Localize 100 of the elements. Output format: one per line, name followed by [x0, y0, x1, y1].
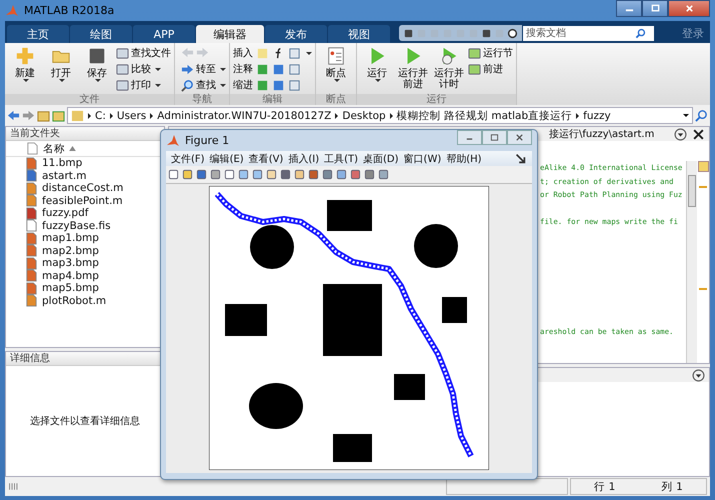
toolstrip-button[interactable]: 比较 [116, 62, 171, 76]
menu-item[interactable]: 窗口(W) [404, 152, 442, 166]
toolstrip-button[interactable]: 保存 [80, 46, 114, 94]
figure-tool-icon[interactable] [308, 169, 319, 180]
toolstrip-button[interactable]: 转至 [181, 62, 226, 76]
file-item[interactable]: map2.bmp [6, 244, 164, 257]
figure-tool-icon[interactable] [322, 169, 333, 180]
file-icon [25, 244, 38, 258]
browse-folder-icon[interactable] [52, 109, 65, 122]
arrow-icon [181, 62, 194, 76]
editor-tool-icon[interactable] [272, 78, 285, 92]
toolstrip-button[interactable]: 插入 [233, 46, 253, 60]
ribbon-tab[interactable]: 绘图 [70, 25, 132, 43]
editor-tool-icon[interactable] [288, 46, 301, 60]
breadcrumb-item[interactable]: Administrator.WIN7U-20180127Z [157, 110, 332, 122]
menu-item[interactable]: 编辑(E) [210, 152, 244, 166]
file-item[interactable]: plotRobot.m [6, 294, 164, 307]
ribbon-tab[interactable]: APP [133, 25, 195, 43]
file-action-icon [15, 46, 35, 66]
file-item[interactable]: map4.bmp [6, 270, 164, 282]
editor-tool-icon[interactable] [288, 78, 301, 92]
close-button[interactable] [507, 130, 532, 145]
small-tool-icon [468, 62, 481, 76]
figure-tool-icon[interactable] [252, 169, 263, 180]
file-item[interactable]: map3.bmp [6, 257, 164, 270]
figure-tool-icon[interactable] [336, 169, 347, 180]
file-item[interactable]: astart.m [6, 170, 164, 182]
ribbon-tab[interactable]: 主页 [7, 25, 69, 43]
menu-item[interactable]: 帮助(H) [446, 152, 482, 166]
file-item[interactable]: map1.bmp [6, 232, 164, 244]
dock-arrow-icon[interactable] [514, 152, 527, 165]
menu-item[interactable]: 工具(T) [324, 152, 358, 166]
toolstrip-button[interactable]: 打开 [44, 46, 78, 94]
dropdown-caret-icon[interactable] [683, 114, 689, 117]
breadcrumb-item[interactable]: C: [95, 110, 106, 122]
scrollbar[interactable] [686, 161, 697, 363]
figure-tool-icon[interactable] [266, 169, 277, 180]
search-icon[interactable] [695, 109, 708, 122]
toolstrip-button[interactable]: 打印 [116, 78, 171, 92]
figure-tool-icon[interactable] [294, 169, 305, 180]
dropdown-circle-icon[interactable] [692, 368, 705, 382]
menu-item[interactable]: 桌面(D) [363, 152, 399, 166]
toolstrip-button[interactable]: 断点 [319, 46, 353, 94]
close-button[interactable] [668, 0, 710, 17]
dropdown-caret-icon[interactable] [306, 52, 312, 54]
file-item[interactable]: fuzzyBase.fis [6, 220, 164, 232]
menu-item[interactable]: 文件(F) [171, 152, 205, 166]
breadcrumb-item[interactable]: Users [116, 110, 146, 122]
toolbar-icon[interactable] [481, 28, 492, 38]
ribbon-tab[interactable]: 发布 [265, 25, 327, 43]
dropdown-circle-icon[interactable] [674, 128, 687, 140]
figure-tool-icon[interactable] [350, 169, 361, 180]
address-bar[interactable]: C: Users Administrator.WIN7U-20180127Z Desktop 模糊控制 路径规划 matlab直接运行 fuzzy [67, 107, 693, 124]
file-item[interactable]: distanceCost.m [6, 182, 164, 194]
login-button[interactable]: 登录 [676, 26, 710, 40]
toolstrip-button[interactable]: 注释 [233, 62, 253, 76]
breadcrumb-item[interactable]: Desktop [342, 110, 386, 122]
figure-tool-icon[interactable] [196, 169, 207, 180]
figure-tool-icon[interactable] [238, 169, 249, 180]
figure-tool-icon[interactable] [182, 169, 193, 180]
figure-tool-icon[interactable] [168, 169, 179, 180]
close-icon[interactable] [692, 128, 705, 140]
figure-tool-icon[interactable] [224, 169, 235, 180]
folder-up-icon[interactable] [37, 109, 50, 122]
editor-tool-icon[interactable] [288, 62, 301, 76]
toolstrip-button[interactable]: 运行并前进 [396, 46, 430, 94]
figure-tool-icon[interactable] [210, 169, 221, 180]
maximize-button[interactable] [642, 0, 668, 17]
toolstrip-button[interactable]: 缩进 [233, 78, 253, 92]
breadcrumb-item[interactable]: fuzzy [583, 110, 611, 122]
editor-tool-icon[interactable] [256, 78, 269, 92]
maximize-button[interactable] [482, 130, 507, 145]
breadcrumb-item[interactable]: 模糊控制 路径规划 matlab直接运行 [396, 108, 572, 122]
search-icon[interactable] [635, 28, 646, 38]
figure-tool-icon[interactable] [280, 169, 291, 180]
search-icon [181, 78, 194, 92]
warning-indicator-icon[interactable] [698, 161, 708, 172]
ribbon-tab[interactable]: 视图 [328, 25, 390, 43]
maximize-icon [650, 4, 660, 13]
editor-tool-icon[interactable] [272, 62, 285, 76]
menu-item[interactable]: 插入(I) [288, 152, 320, 166]
menu-item[interactable]: 查看(V) [248, 152, 284, 166]
toolstrip-button[interactable]: 运行节 [468, 46, 513, 60]
ribbon-tab[interactable]: 编辑器 [196, 25, 264, 43]
help-icon[interactable] [507, 28, 518, 38]
figure-tool-icon[interactable] [364, 169, 375, 180]
minimize-button[interactable] [616, 0, 642, 17]
file-item[interactable]: feasiblePoint.m [6, 194, 164, 207]
toolstrip-button[interactable]: 查找文件 [116, 46, 171, 60]
back-arrow-icon[interactable] [7, 109, 20, 122]
toolstrip-button[interactable]: 前进 [468, 62, 513, 76]
toolstrip-button[interactable]: 查找 [181, 78, 226, 92]
figure-tool-icon[interactable] [378, 169, 389, 180]
file-item[interactable]: 11.bmp [6, 157, 164, 170]
toolstrip-button[interactable]: 运行 [360, 46, 394, 94]
file-item[interactable]: fuzzy.pdf [6, 207, 164, 220]
toolstrip-button[interactable]: 运行并计时 [432, 46, 466, 94]
file-item[interactable]: map5.bmp [6, 282, 164, 294]
toolbar-icon[interactable] [403, 28, 414, 38]
toolstrip-button[interactable]: 新建 [8, 46, 42, 94]
